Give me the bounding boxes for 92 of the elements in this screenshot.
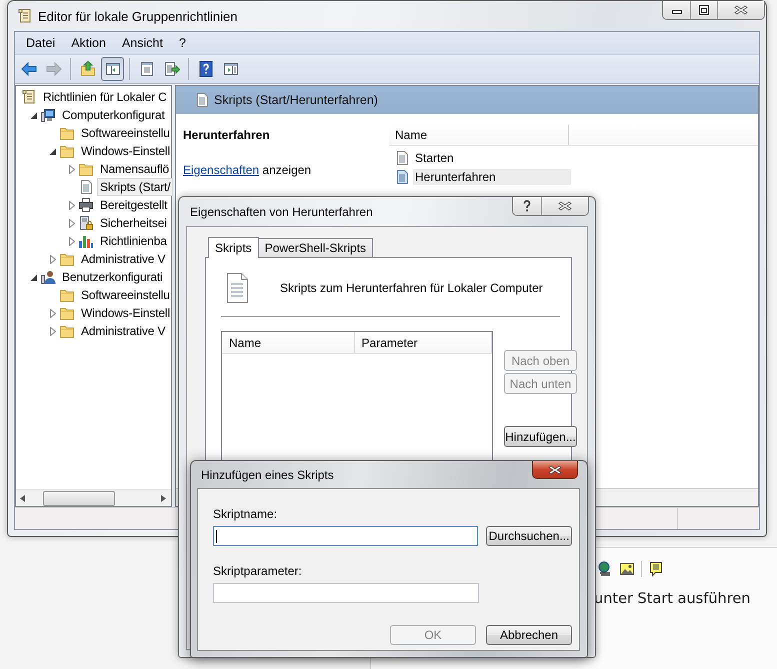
tree-pane-icon (104, 61, 120, 77)
user-icon (40, 269, 56, 285)
tree-item[interactable]: Administrative V (78, 250, 168, 268)
image-icon[interactable] (619, 561, 635, 577)
help-button[interactable] (513, 197, 541, 215)
collapse-arrow-icon[interactable] (30, 272, 38, 282)
computer-icon (40, 107, 56, 123)
maximize-button[interactable] (690, 1, 717, 19)
input-field[interactable] (213, 526, 478, 546)
scrollbar-thumb[interactable] (43, 490, 115, 506)
action-pane-icon (222, 61, 238, 77)
properties-icon (138, 61, 154, 77)
folder-icon (59, 323, 75, 339)
section-heading: Herunterfahren (183, 128, 271, 142)
help-icon (522, 199, 532, 213)
tree-item[interactable]: Namensauflö (97, 160, 172, 178)
scroll-icon (17, 8, 33, 24)
help-icon (198, 61, 214, 77)
browse-button[interactable]: Durchsuchen... (486, 526, 572, 546)
back-arrow-icon (20, 61, 36, 77)
tree-item[interactable]: Bereitgestellt (97, 196, 170, 214)
tree-item[interactable]: Computerkonfigurat (59, 106, 168, 124)
toolbar-button[interactable] (101, 57, 124, 81)
expand-arrow-icon[interactable] (49, 254, 56, 264)
folder-icon (59, 251, 75, 267)
tree-item[interactable]: Richtlinien für Lokaler C (40, 88, 170, 106)
dialog-button[interactable]: Abbrechen (486, 625, 572, 645)
close-button[interactable] (532, 461, 578, 479)
tree-item[interactable]: Windows-Einstell (78, 142, 173, 160)
tree-item[interactable]: Richtlinienba (97, 232, 170, 250)
close-icon (548, 464, 562, 476)
maximize-icon (698, 5, 710, 15)
menu-item[interactable]: ? (170, 36, 194, 50)
expand-arrow-icon[interactable] (49, 326, 56, 336)
dialog-title: Eigenschaften von Herunterfahren (190, 204, 374, 218)
expand-arrow-icon[interactable] (68, 164, 75, 174)
tree-item[interactable]: Softwareeinstellu (78, 124, 173, 142)
collapse-arrow-icon[interactable] (49, 146, 57, 156)
input-field[interactable] (213, 583, 479, 603)
properties-link[interactable]: Eigenschaften (183, 163, 260, 177)
script-icon (78, 179, 94, 195)
properties-hint: Eigenschaften anzeigen (183, 163, 312, 177)
folder-up-icon (80, 61, 96, 77)
tree-item[interactable]: Administrative V (78, 322, 168, 340)
printer-icon (78, 197, 94, 213)
folder-icon (78, 161, 94, 177)
text-cursor (216, 530, 217, 543)
expand-arrow-icon[interactable] (68, 236, 75, 246)
pane-title: Skripts (Start/Herunterfahren) (214, 93, 378, 107)
tree-item[interactable]: Softwareeinstellu (78, 286, 173, 304)
folder-icon (59, 305, 75, 321)
collapse-arrow-icon[interactable] (30, 110, 38, 120)
tree-item[interactable]: Windows-Einstell (78, 304, 173, 322)
close-button[interactable] (717, 1, 764, 19)
folder-icon (59, 287, 75, 303)
bar-chart-icon (78, 233, 94, 249)
field-label: Skriptparameter: (213, 564, 303, 580)
list-item[interactable]: Herunterfahren (413, 168, 571, 184)
window-title: Editor für lokale Gruppenrichtlinien (38, 8, 238, 24)
menu-item[interactable]: Ansicht (114, 36, 171, 50)
expand-arrow-icon[interactable] (68, 200, 75, 210)
folder-icon (59, 143, 75, 159)
menu-item[interactable]: Datei (18, 36, 64, 50)
globe-link-icon[interactable] (597, 561, 613, 577)
minimize-button[interactable] (663, 1, 690, 19)
tab[interactable]: PowerShell-Skripts (258, 238, 374, 257)
tree-item[interactable]: Sicherheitsei (97, 214, 170, 232)
script-icon (394, 150, 410, 166)
scroll-icon (21, 89, 37, 105)
folder-icon (59, 125, 75, 141)
expand-arrow-icon[interactable] (49, 308, 56, 318)
tree-item[interactable]: Benutzerkonfigurati (59, 268, 166, 286)
column-header[interactable]: Parameter (354, 332, 492, 353)
close-button[interactable] (541, 197, 588, 215)
close-icon (734, 4, 748, 16)
tab[interactable]: Skripts (208, 237, 259, 258)
forward-arrow-icon (46, 61, 62, 77)
script-icon (394, 168, 410, 184)
list-item[interactable]: Starten (413, 150, 571, 166)
tree-item[interactable]: Skripts (Start/ (97, 178, 174, 196)
export-list-icon (164, 61, 180, 77)
server-lock-icon (78, 215, 94, 231)
column-header[interactable]: Name (222, 332, 355, 353)
horizontal-scrollbar[interactable] (16, 489, 171, 506)
menu-item[interactable]: Aktion (63, 36, 114, 50)
script-icon (194, 92, 208, 108)
description-text: Skripts zum Herunterfahren für Lokaler Computer (280, 280, 543, 294)
close-icon (558, 200, 572, 212)
expand-arrow-icon[interactable] (68, 218, 75, 228)
script-icon (224, 272, 250, 304)
add-button[interactable]: Hinzufügen... (504, 426, 577, 447)
note-icon[interactable] (648, 561, 664, 577)
